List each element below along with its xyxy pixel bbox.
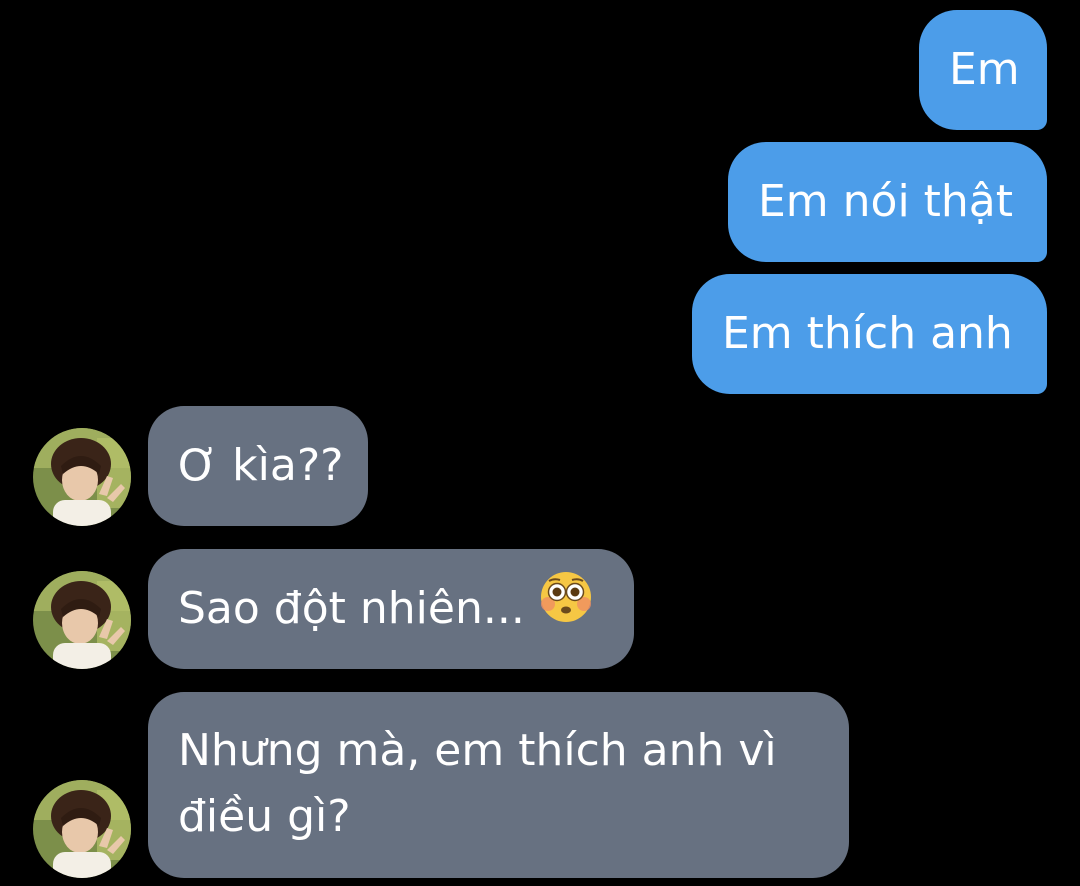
flushed-face-icon bbox=[539, 570, 593, 643]
received-message-bubble[interactable]: Nhưng mà, em thích anh vì điều gì? bbox=[148, 692, 849, 878]
received-message-bubble[interactable]: Sao đột nhiên... bbox=[148, 549, 634, 669]
avatar-image bbox=[33, 780, 131, 878]
avatar-image bbox=[33, 428, 131, 526]
sent-message-bubble[interactable]: Em bbox=[919, 10, 1047, 130]
message-text-line: Nhưng mà, em thích anh vì bbox=[178, 725, 777, 776]
message-text: Em nói thật bbox=[758, 176, 1014, 227]
contact-avatar[interactable] bbox=[33, 571, 131, 669]
contact-avatar[interactable] bbox=[33, 780, 131, 878]
message-text: Em bbox=[949, 44, 1020, 95]
message-text: Ơ kìa?? bbox=[178, 440, 344, 491]
sent-message-bubble[interactable]: Em thích anh bbox=[692, 274, 1047, 394]
message-text: Sao đột nhiên... bbox=[178, 583, 525, 634]
sent-message-bubble[interactable]: Em nói thật bbox=[728, 142, 1047, 262]
contact-avatar[interactable] bbox=[33, 428, 131, 526]
message-text-line: điều gì? bbox=[178, 791, 351, 842]
avatar-image bbox=[33, 571, 131, 669]
message-text: Em thích anh bbox=[722, 308, 1013, 359]
received-message-bubble[interactable]: Ơ kìa?? bbox=[148, 406, 368, 526]
